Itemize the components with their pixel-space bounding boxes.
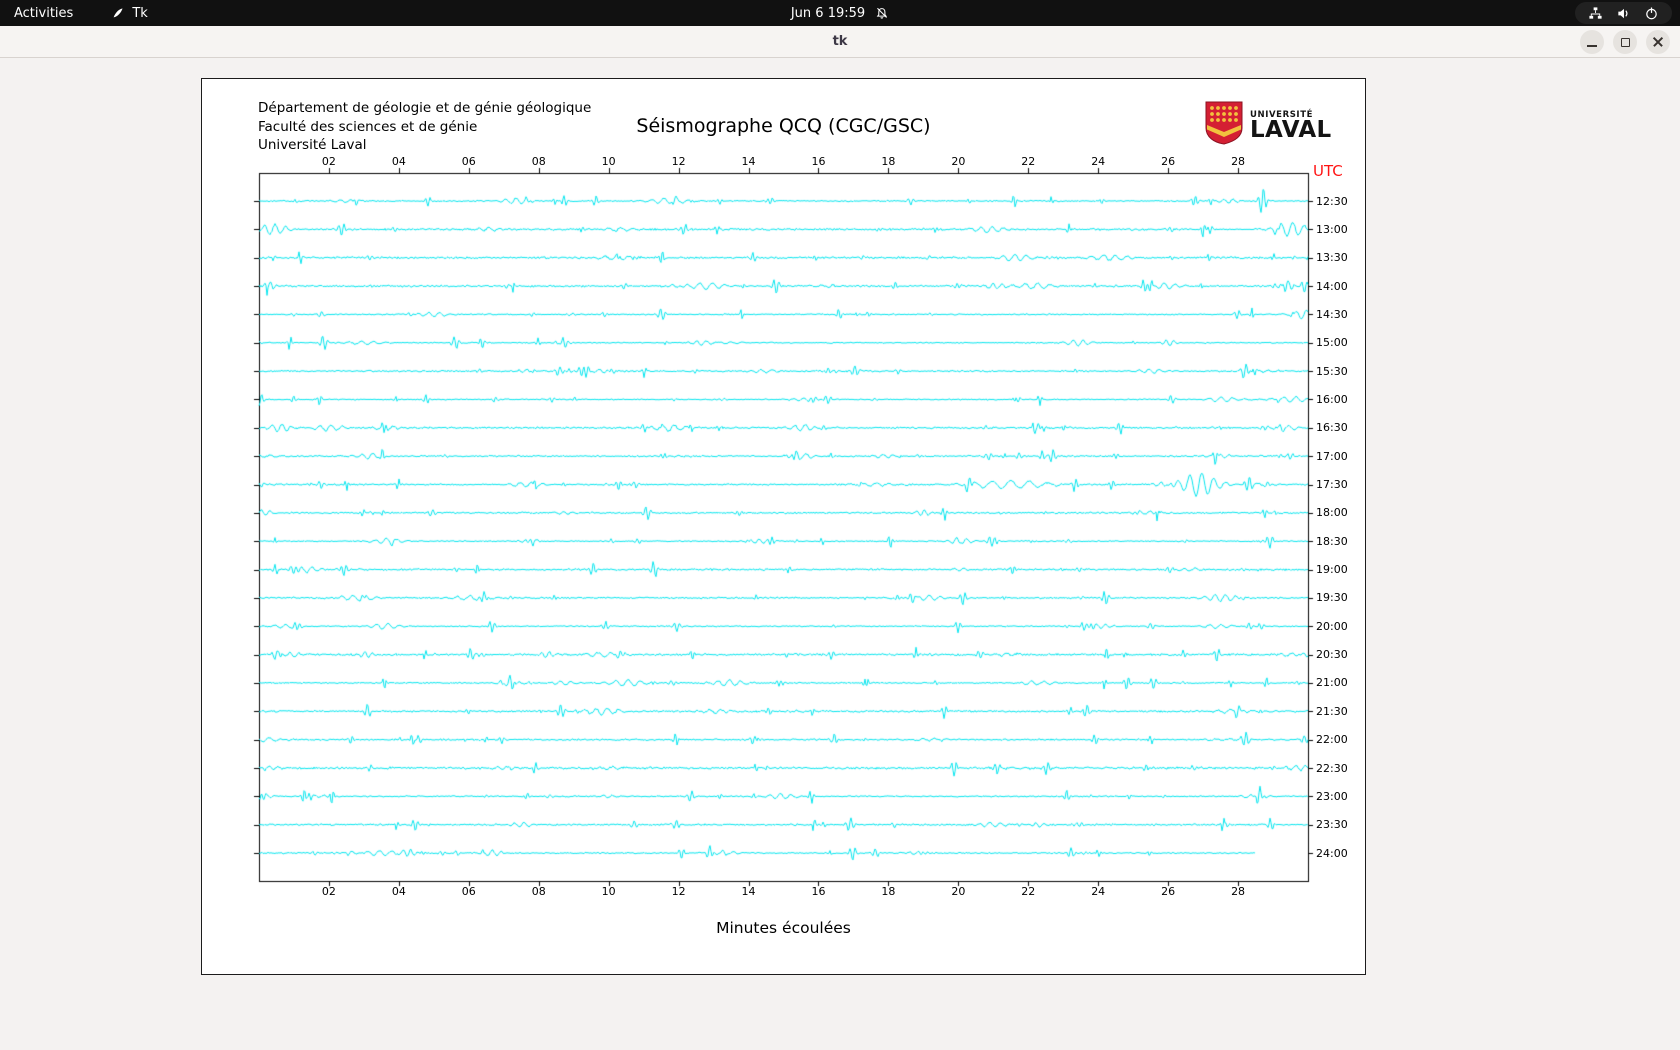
laval-shield-icon bbox=[1205, 101, 1243, 149]
power-icon bbox=[1644, 6, 1659, 21]
row-time-label: 18:00 bbox=[1316, 506, 1348, 520]
x-tick-label-bottom: 12 bbox=[671, 885, 686, 898]
x-tick-label-bottom: 06 bbox=[461, 885, 476, 898]
row-time-label: 23:00 bbox=[1316, 789, 1348, 803]
clock-text: Jun 6 19:59 bbox=[790, 5, 866, 21]
row-time-label: 12:30 bbox=[1316, 194, 1348, 208]
x-tick-label-bottom: 20 bbox=[951, 885, 966, 898]
x-tick-label-bottom: 14 bbox=[741, 885, 756, 898]
plot-title: Séismographe QCQ (CGC/GSC) bbox=[636, 115, 931, 137]
x-tick-label-top: 12 bbox=[671, 155, 686, 168]
row-time-label: 16:00 bbox=[1316, 392, 1348, 406]
header-line-3: Université Laval bbox=[258, 137, 367, 153]
x-tick-label-bottom: 28 bbox=[1231, 885, 1246, 898]
x-tick-label-bottom: 18 bbox=[881, 885, 896, 898]
row-time-label: 16:30 bbox=[1316, 421, 1348, 435]
utc-axis-label: UTC bbox=[1313, 162, 1343, 180]
x-tick-label-bottom: 26 bbox=[1161, 885, 1176, 898]
row-time-label: 23:30 bbox=[1316, 818, 1348, 832]
gnome-top-bar: Activities Tk Jun 6 19:59 bbox=[0, 0, 1680, 26]
row-time-label: 15:00 bbox=[1316, 336, 1348, 350]
laval-logo-text: UNIVERSITÉ LAVAL bbox=[1250, 110, 1332, 143]
tk-icon bbox=[111, 6, 125, 20]
x-tick-label-bottom: 08 bbox=[531, 885, 546, 898]
system-tray-menu[interactable] bbox=[1575, 2, 1672, 24]
row-time-label: 17:30 bbox=[1316, 478, 1348, 491]
row-time-label: 21:00 bbox=[1316, 676, 1348, 690]
taskbar-app-label: Tk bbox=[132, 5, 148, 21]
x-tick-label-top: 18 bbox=[881, 155, 896, 168]
row-time-label: 22:30 bbox=[1316, 761, 1348, 775]
row-time-label: 20:30 bbox=[1316, 648, 1348, 662]
seismogram-canvas bbox=[202, 79, 1367, 976]
row-time-label: 21:30 bbox=[1316, 704, 1348, 718]
x-tick-label-top: 28 bbox=[1231, 155, 1246, 168]
row-time-label: 24:00 bbox=[1316, 846, 1348, 860]
minimize-icon bbox=[1587, 45, 1597, 47]
row-time-label: 14:00 bbox=[1316, 279, 1348, 293]
network-icon bbox=[1588, 6, 1603, 21]
x-tick-label-top: 20 bbox=[951, 155, 966, 168]
x-axis-title: Minutes écoulées bbox=[716, 919, 851, 937]
row-time-label: 15:30 bbox=[1316, 364, 1348, 378]
maximize-button[interactable] bbox=[1613, 30, 1637, 54]
row-time-label: 20:00 bbox=[1316, 619, 1348, 633]
row-time-label: 13:00 bbox=[1316, 222, 1348, 236]
activities-label: Activities bbox=[14, 5, 74, 21]
row-time-label: 14:30 bbox=[1316, 307, 1348, 321]
x-tick-label-bottom: 04 bbox=[391, 885, 406, 898]
x-tick-label-top: 10 bbox=[601, 155, 616, 168]
row-time-label: 22:00 bbox=[1316, 733, 1348, 747]
clock-button[interactable]: Jun 6 19:59 bbox=[791, 0, 889, 26]
x-tick-label-top: 14 bbox=[741, 155, 756, 168]
row-time-label: 19:00 bbox=[1316, 563, 1348, 577]
row-time-label: 17:00 bbox=[1316, 449, 1348, 463]
notifications-muted-icon bbox=[875, 6, 889, 20]
taskbar-app-tk[interactable]: Tk bbox=[111, 5, 148, 21]
x-tick-label-top: 06 bbox=[461, 155, 476, 168]
x-tick-label-top: 26 bbox=[1161, 155, 1176, 168]
x-tick-label-top: 08 bbox=[531, 155, 546, 168]
x-tick-label-top: 24 bbox=[1091, 155, 1106, 168]
activities-button[interactable]: Activities bbox=[0, 0, 87, 26]
window-titlebar[interactable]: tk bbox=[0, 26, 1680, 58]
close-button[interactable] bbox=[1646, 30, 1670, 54]
window-content: Département de géologie et de génie géol… bbox=[0, 58, 1680, 1050]
seismograph-plot-card: Département de géologie et de génie géol… bbox=[201, 78, 1367, 976]
window-title: tk bbox=[832, 34, 848, 49]
x-tick-label-top: 22 bbox=[1021, 155, 1036, 168]
row-time-label: 19:30 bbox=[1316, 591, 1348, 605]
close-icon bbox=[1652, 36, 1664, 48]
x-tick-label-bottom: 16 bbox=[811, 885, 826, 898]
x-tick-label-top: 16 bbox=[811, 155, 826, 168]
row-time-label: 18:30 bbox=[1316, 534, 1348, 548]
x-tick-label-top: 04 bbox=[391, 155, 406, 168]
minimize-button[interactable] bbox=[1580, 30, 1604, 54]
laval-logo: UNIVERSITÉ LAVAL bbox=[1205, 101, 1332, 149]
maximize-icon bbox=[1620, 37, 1630, 47]
volume-icon bbox=[1616, 6, 1631, 21]
x-tick-label-bottom: 10 bbox=[601, 885, 616, 898]
x-tick-label-bottom: 02 bbox=[321, 885, 336, 898]
x-tick-label-bottom: 22 bbox=[1021, 885, 1036, 898]
row-time-label: 13:30 bbox=[1316, 251, 1348, 265]
x-tick-label-top: 02 bbox=[321, 155, 336, 168]
laval-logo-line2: LAVAL bbox=[1250, 116, 1332, 143]
window-controls bbox=[1580, 30, 1670, 54]
x-tick-label-bottom: 24 bbox=[1091, 885, 1106, 898]
